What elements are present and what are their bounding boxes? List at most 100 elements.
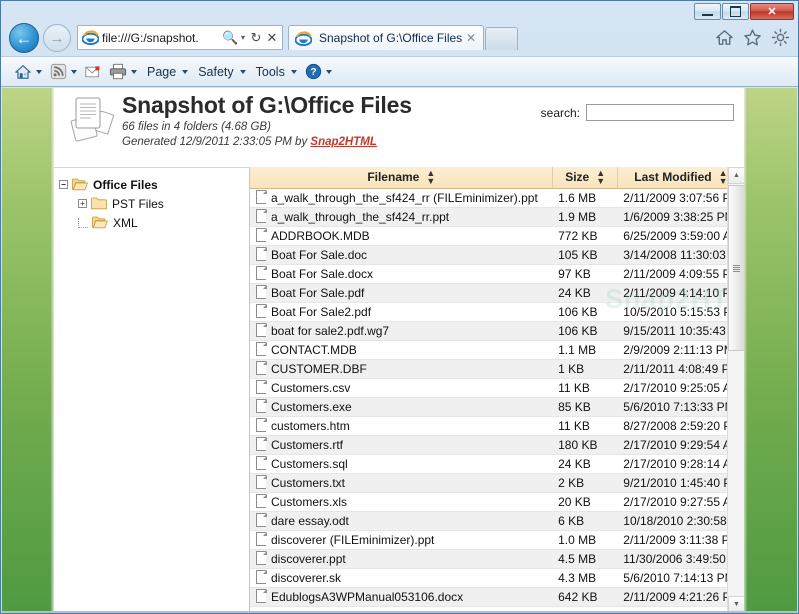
browser-tab[interactable]: e Snapshot of G:\Office Files ✕ bbox=[288, 25, 484, 50]
tree-item-xml[interactable]: XML bbox=[59, 213, 249, 232]
cmd-home-button[interactable] bbox=[11, 60, 45, 84]
column-header-filename[interactable]: Filename ▲ ▼ bbox=[250, 167, 553, 189]
minimize-button[interactable] bbox=[694, 3, 721, 20]
cell-last-modified: 2/17/2010 9:29:54 AM bbox=[617, 435, 744, 455]
address-text: file:///G:/snapshot. bbox=[102, 30, 199, 45]
table-row[interactable]: Boat For Sale2.pdf 106 KB 10/5/2010 5:15:5… bbox=[250, 302, 744, 322]
tree-item-office-files[interactable]: − Office Files bbox=[59, 175, 249, 194]
close-button[interactable]: ✕ bbox=[750, 3, 794, 20]
cell-filename: Customers.rtf bbox=[250, 435, 553, 455]
column-header-size[interactable]: Size ▲ ▼ bbox=[552, 167, 618, 189]
stop-icon[interactable]: ✕ bbox=[264, 30, 280, 46]
cmd-feeds-button[interactable] bbox=[47, 60, 80, 84]
tab-close-icon[interactable]: ✕ bbox=[463, 31, 479, 45]
cell-filename: Customers.xls bbox=[250, 492, 553, 512]
cell-filename: discoverer.sk bbox=[250, 568, 553, 588]
search-label: search: bbox=[540, 105, 580, 120]
chevron-down-icon bbox=[131, 69, 137, 74]
cell-last-modified: 2/17/2010 9:25:05 AM bbox=[617, 378, 744, 398]
cell-size: 772 KB bbox=[552, 226, 618, 246]
table-row[interactable]: Customers.rtf 180 KB 2/17/2010 9:29:54 AM bbox=[250, 435, 744, 455]
tree-collapse-icon[interactable]: − bbox=[59, 180, 68, 189]
cmd-print-button[interactable] bbox=[106, 60, 140, 84]
table-row[interactable]: boat for sale2.pdf.wg7 106 KB 9/15/2011 10… bbox=[250, 321, 744, 341]
navigation-row: ← → e file:///G:/snapshot. 🔍 ▾ ↻ ✕ e Sna… bbox=[1, 21, 798, 56]
address-bar[interactable]: e file:///G:/snapshot. 🔍 ▾ ↻ ✕ bbox=[77, 25, 283, 50]
table-row[interactable]: Customers.xls 20 KB 2/17/2010 9:27:55 AM bbox=[250, 492, 744, 512]
table-row[interactable]: ADDRBOOK.MDB 772 KB 6/25/2009 3:59:00 AM bbox=[250, 226, 744, 246]
cell-filename: boat for sale2.pdf.wg7 bbox=[250, 321, 553, 341]
forward-button[interactable]: → bbox=[43, 24, 71, 52]
new-tab-button[interactable] bbox=[485, 27, 518, 50]
cell-size: 2 KB bbox=[552, 473, 618, 493]
cell-last-modified: 11/30/2006 3:49:50 PM bbox=[617, 549, 744, 569]
table-row[interactable]: EdublogsA3WPManual053106.docx 642 KB 2/11/… bbox=[250, 587, 744, 607]
table-row[interactable]: Customers.sql 24 KB 2/17/2010 9:28:14 AM bbox=[250, 454, 744, 474]
tree-expand-icon[interactable]: + bbox=[78, 199, 87, 208]
table-row[interactable]: Customers.txt 2 KB 9/21/2010 1:45:40 PM bbox=[250, 473, 744, 493]
table-row[interactable]: discoverer (FILEminimizer).ppt 1.0 MB 2/11… bbox=[250, 530, 744, 550]
chevron-down-icon bbox=[290, 69, 297, 74]
cmd-tools-button[interactable]: Tools bbox=[251, 60, 300, 84]
filename-text: discoverer.ppt bbox=[271, 552, 346, 566]
refresh-icon[interactable]: ↻ bbox=[248, 30, 264, 46]
table-row[interactable]: discoverer.sk 4.3 MB 5/6/2010 7:14:13 PM bbox=[250, 568, 744, 588]
table-row[interactable]: discoverer.ppt 4.5 MB 11/30/2006 3:49:50 P… bbox=[250, 549, 744, 569]
table-row[interactable]: dare essay.odt 6 KB 10/18/2010 2:30:58 PM bbox=[250, 511, 744, 531]
back-button[interactable]: ← bbox=[9, 23, 39, 53]
maximize-button[interactable] bbox=[722, 3, 749, 20]
cmd-safety-button[interactable]: Safety bbox=[193, 60, 248, 84]
cell-size: 24 KB bbox=[552, 283, 618, 303]
scrollbar-thumb[interactable] bbox=[728, 185, 744, 351]
cell-filename: a_walk_through_the_sf424_rr (FILEminimiz… bbox=[250, 188, 553, 208]
cell-last-modified: 10/18/2010 2:30:58 PM bbox=[617, 511, 744, 531]
cell-last-modified: 5/6/2010 7:13:33 PM bbox=[617, 397, 744, 417]
table-row[interactable]: CONTACT.MDB 1.1 MB 2/9/2009 2:11:13 PM bbox=[250, 340, 744, 360]
table-row[interactable]: Boat For Sale.docx 97 KB 2/11/2009 4:09:55… bbox=[250, 264, 744, 284]
ie-logo-icon: e bbox=[82, 30, 99, 46]
mail-icon bbox=[85, 65, 100, 77]
cell-filename: ADDRBOOK.MDB bbox=[250, 226, 553, 246]
table-row[interactable]: Boat For Sale.doc 105 KB 3/14/2008 11:30:0… bbox=[250, 245, 744, 265]
settings-gear-icon[interactable] bbox=[771, 28, 790, 47]
cell-filename: dare essay.odt bbox=[250, 511, 553, 531]
file-icon bbox=[256, 361, 267, 375]
file-icon bbox=[256, 475, 267, 489]
tree-item-pst-files[interactable]: + PST Files bbox=[59, 194, 249, 213]
cmd-help-button[interactable]: ? bbox=[302, 60, 335, 84]
filename-text: discoverer (FILEminimizer).ppt bbox=[271, 533, 435, 547]
cell-size: 1.9 MB bbox=[552, 207, 618, 227]
table-row[interactable]: a_walk_through_the_sf424_rr (FILEminimiz… bbox=[250, 188, 744, 208]
home-icon bbox=[15, 64, 31, 79]
table-row[interactable]: customers.htm 11 KB 8/27/2008 2:59:20 PM bbox=[250, 416, 744, 436]
table-row[interactable]: CUSTOMER.DBF 1 KB 2/11/2011 4:08:49 PM bbox=[250, 359, 744, 379]
file-table: Filename ▲▼ Size ▲▼ Last Modified ▲▼ bbox=[250, 167, 744, 607]
snap2html-link[interactable]: Snap2HTML bbox=[310, 136, 376, 148]
cell-size: 24 KB bbox=[552, 454, 618, 474]
table-row[interactable]: Boat For Sale.pdf 24 KB 2/11/2009 4:14:10 … bbox=[250, 283, 744, 303]
search-icon[interactable]: 🔍 bbox=[222, 30, 238, 46]
column-header-last-modified[interactable]: Last Modified ▲ ▼ bbox=[617, 167, 744, 189]
folder-tree: − Office Files + PST Files XML bbox=[54, 167, 250, 613]
search-input[interactable] bbox=[586, 104, 734, 121]
chevron-down-icon[interactable]: ▾ bbox=[238, 33, 248, 42]
cell-last-modified: 2/11/2009 3:11:38 PM bbox=[617, 530, 744, 550]
file-icon bbox=[256, 399, 267, 413]
cell-size: 4.5 MB bbox=[552, 549, 618, 569]
filename-text: ADDRBOOK.MDB bbox=[271, 229, 370, 243]
cmd-read-mail-button[interactable] bbox=[82, 60, 104, 84]
cell-size: 642 KB bbox=[552, 587, 618, 607]
table-row[interactable]: Customers.csv 11 KB 2/17/2010 9:25:05 AM bbox=[250, 378, 744, 398]
filename-text: a_walk_through_the_sf424_rr.ppt bbox=[271, 210, 450, 224]
cell-last-modified: 8/27/2008 2:59:20 PM bbox=[617, 416, 744, 436]
table-row[interactable]: a_walk_through_the_sf424_rr.ppt 1.9 MB 1/6… bbox=[250, 207, 744, 227]
home-icon[interactable] bbox=[715, 28, 734, 47]
scroll-up-button[interactable]: ▲ bbox=[728, 167, 744, 184]
favorites-star-icon[interactable] bbox=[743, 28, 762, 47]
table-row[interactable]: Customers.exe 85 KB 5/6/2010 7:13:33 PM bbox=[250, 397, 744, 417]
filename-text: boat for sale2.pdf.wg7 bbox=[271, 324, 390, 338]
cell-filename: Boat For Sale.docx bbox=[250, 264, 553, 284]
file-icon bbox=[256, 323, 267, 337]
cmd-page-button[interactable]: Page bbox=[142, 60, 191, 84]
vertical-scrollbar[interactable]: ▲ ▼ bbox=[727, 167, 744, 613]
